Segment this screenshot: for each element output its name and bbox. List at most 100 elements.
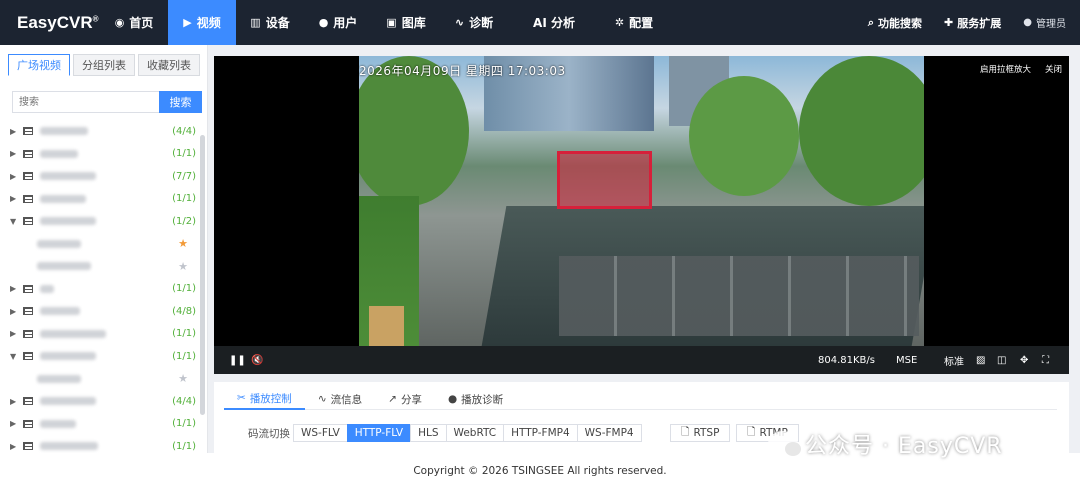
channel-count: (1/1) <box>172 418 196 430</box>
user-menu[interactable]: ● 管理员 <box>1023 15 1066 30</box>
device-icon <box>23 329 33 338</box>
right-nav: ⌕ 功能搜索 ✚ 服务扩展 ● 管理员 <box>868 0 1080 45</box>
rtsp-copy-button[interactable]: 🗋 RTSP <box>670 424 731 442</box>
channel-count: (1/1) <box>172 328 196 340</box>
stream-ws-flv[interactable]: WS-FLV <box>293 424 348 442</box>
tab-group-list[interactable]: 分组列表 <box>73 54 135 76</box>
tab-square-video[interactable]: 广场视频 <box>8 54 70 76</box>
channel-count: (1/1) <box>172 148 196 160</box>
chevron-right-icon[interactable]: ▶ <box>10 329 23 338</box>
device-icon <box>23 284 33 293</box>
nav-item-device[interactable]: ▥ 设备 <box>236 0 304 45</box>
stream-webrtc[interactable]: WebRTC <box>445 424 505 442</box>
search-button[interactable]: 搜索 <box>159 91 202 113</box>
chevron-right-icon[interactable]: ▶ <box>10 172 23 181</box>
device-icon <box>23 149 33 158</box>
channel-count: (4/8) <box>172 305 196 317</box>
record-icon[interactable]: ◫ <box>997 355 1006 366</box>
chevron-right-icon[interactable]: ▶ <box>10 397 23 406</box>
close-zoom-button[interactable]: 关闭 <box>1045 63 1062 75</box>
pulse-icon: ∿ <box>454 16 465 29</box>
device-icon <box>23 419 33 428</box>
stream-hls[interactable]: HLS <box>410 424 447 442</box>
nav-item-video[interactable]: ▶ 视频 <box>168 0 236 45</box>
nav-item-home[interactable]: ◉ 首页 <box>100 0 168 45</box>
document-icon: 🗋 <box>681 426 690 438</box>
search-input[interactable] <box>12 91 159 113</box>
nav-item-diagnose[interactable]: ∿ 诊断 <box>440 0 508 45</box>
sidebar: 广场视频 分组列表 收藏列表 搜索 ▶ (4/4) ▶ (1/1) ▶ (7/7) ▶ (1/… <box>0 45 208 453</box>
nav-item-config[interactable]: ✲ 配置 <box>600 0 668 45</box>
service-extend-button[interactable]: ✚ 服务扩展 <box>944 15 1001 31</box>
sidebar-scrollbar[interactable] <box>200 135 205 415</box>
tree-channel[interactable]: ★ <box>10 233 200 256</box>
tab-favorites[interactable]: 收藏列表 <box>138 54 200 76</box>
tree-node[interactable]: ▶ (1/1) <box>10 278 200 301</box>
tree-node[interactable]: ▼ (1/2) <box>10 210 200 233</box>
stream-ws-fmp4[interactable]: WS-FMP4 <box>576 424 642 442</box>
diagnose-icon: ● <box>447 393 458 405</box>
tab-stream-info[interactable]: ∿ 流信息 <box>305 388 375 410</box>
channel-count: (4/4) <box>172 395 196 407</box>
chevron-down-icon[interactable]: ▼ <box>10 217 23 226</box>
play-circle-icon: ▶ <box>183 16 192 29</box>
device-name-redacted <box>40 172 96 181</box>
video-controls: ❚❚ 🔇 804.81KB/s MSE 标准 ▨ ◫ ✥ ⛶ <box>214 346 1069 374</box>
device-icon <box>23 217 33 226</box>
device-name-redacted <box>40 397 96 406</box>
favorite-star-icon[interactable]: ★ <box>178 372 188 385</box>
channel-name-redacted <box>37 374 81 383</box>
tree-node[interactable]: ▶ (1/1) <box>10 143 200 166</box>
device-name-redacted <box>40 329 106 338</box>
tree-channel[interactable]: ★ <box>10 368 200 391</box>
chevron-right-icon[interactable]: ▶ <box>10 284 23 293</box>
tree-node[interactable]: ▶ (1/1) <box>10 188 200 211</box>
favorite-star-icon[interactable]: ★ <box>178 237 188 250</box>
device-name-redacted <box>40 307 80 316</box>
device-icon <box>23 127 33 136</box>
stream-http-fmp4[interactable]: HTTP-FMP4 <box>503 424 578 442</box>
mute-icon[interactable]: 🔇 <box>251 355 263 366</box>
chevron-right-icon[interactable]: ▶ <box>10 149 23 158</box>
device-name-redacted <box>40 419 76 428</box>
enable-zoom-button[interactable]: 启用拉框放大 <box>980 63 1031 75</box>
tab-play-diagnose[interactable]: ● 播放诊断 <box>435 388 516 410</box>
app-logo[interactable]: EasyCVR® <box>0 13 100 33</box>
device-name-redacted <box>40 194 86 203</box>
function-search-button[interactable]: ⌕ 功能搜索 <box>868 15 922 31</box>
pause-icon[interactable]: ❚❚ <box>229 355 246 366</box>
tree-node[interactable]: ▼ (1/1) <box>10 345 200 368</box>
quality-select[interactable]: 标准 <box>944 353 964 368</box>
chevron-right-icon[interactable]: ▶ <box>10 307 23 316</box>
tree-node[interactable]: ▶ (7/7) <box>10 165 200 188</box>
nav-item-user[interactable]: ● 用户 <box>304 0 372 45</box>
channel-name-redacted <box>37 239 81 248</box>
stream-http-flv[interactable]: HTTP-FLV <box>346 424 412 442</box>
nav-item-gallery[interactable]: ▣ 图库 <box>372 0 440 45</box>
chevron-right-icon[interactable]: ▶ <box>10 442 23 451</box>
watermark: 公众号 · EasyCVR <box>768 428 1003 460</box>
chevron-down-icon[interactable]: ▼ <box>10 352 23 361</box>
camera-feed <box>359 56 924 346</box>
device-name-redacted <box>40 284 54 293</box>
tree-node[interactable]: ▶ (1/1) <box>10 413 200 436</box>
fullscreen-icon[interactable]: ⛶ <box>1042 355 1049 366</box>
nav-item-ai[interactable]: AI 分析 <box>508 0 600 45</box>
chevron-right-icon[interactable]: ▶ <box>10 419 23 428</box>
tab-play-control[interactable]: ✂ 播放控制 <box>224 388 305 410</box>
favorite-star-icon[interactable]: ★ <box>178 260 188 273</box>
gallery-icon: ▣ <box>386 16 397 29</box>
tab-share[interactable]: ↗ 分享 <box>375 388 435 410</box>
device-name-redacted <box>40 217 96 226</box>
tree-node[interactable]: ▶ (4/4) <box>10 120 200 143</box>
chevron-right-icon[interactable]: ▶ <box>10 194 23 203</box>
snapshot-icon[interactable]: ▨ <box>976 355 985 366</box>
video-player[interactable]: 2026年04月09日 星期四 17:03:03 启用拉框放大 关闭 ❚❚ 🔇 … <box>214 56 1069 374</box>
tree-node[interactable]: ▶ (4/8) <box>10 300 200 323</box>
ptz-icon[interactable]: ✥ <box>1020 355 1028 366</box>
tree-channel[interactable]: ★ <box>10 255 200 278</box>
tree-node[interactable]: ▶ (1/1) <box>10 323 200 346</box>
chevron-right-icon[interactable]: ▶ <box>10 127 23 136</box>
video-timestamp: 2026年04月09日 星期四 17:03:03 <box>359 64 566 78</box>
tree-node[interactable]: ▶ (4/4) <box>10 390 200 413</box>
